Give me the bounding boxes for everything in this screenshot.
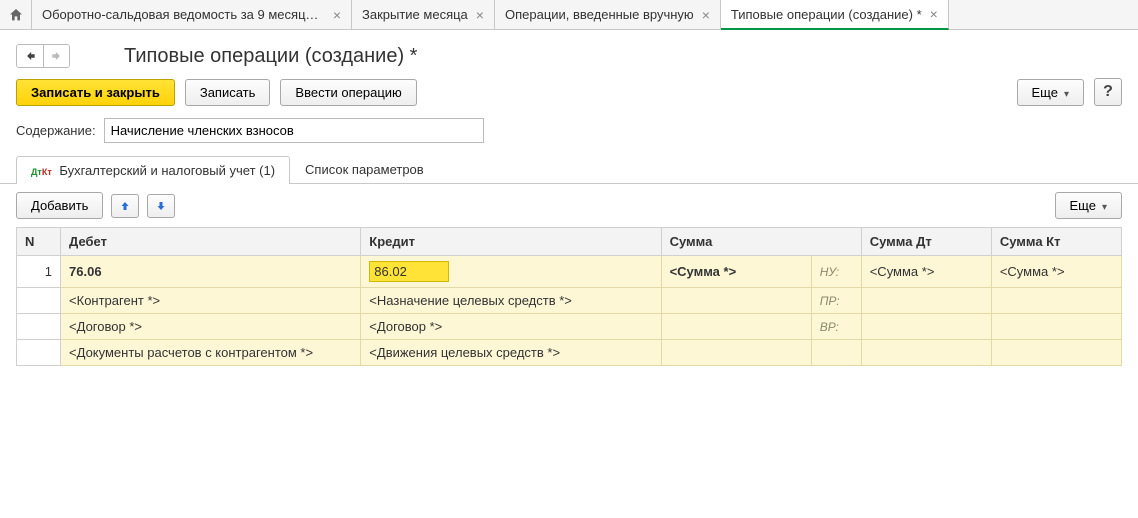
tab-2[interactable]: Операции, введенные вручную × [495,0,721,29]
arrow-up-icon [119,200,131,212]
cell-sum[interactable]: <Сумма *> [661,256,811,288]
tab-3[interactable]: Типовые операции (создание) * × [721,0,949,30]
cell-sum[interactable] [661,314,811,340]
tab-close-icon[interactable]: × [333,8,341,22]
col-sum[interactable]: Сумма [661,228,861,256]
cell-flag: ВР: [811,314,861,340]
table-row[interactable]: <Договор *> <Договор *> ВР: [17,314,1122,340]
cell-debit[interactable]: <Договор *> [61,314,361,340]
cell-sum-kt[interactable] [991,288,1121,314]
cell-sum-dt[interactable] [861,314,991,340]
tab-0[interactable]: Оборотно-сальдовая ведомость за 9 месяце… [32,0,352,29]
inner-more-button[interactable]: Еще [1055,192,1122,219]
question-icon: ? [1103,83,1113,101]
help-button[interactable]: ? [1094,78,1122,106]
cell-debit[interactable]: <Документы расчетов с контрагентом *> [61,340,361,366]
subtab-label: Бухгалтерский и налоговый учет (1) [59,163,275,178]
app-tabbar: Оборотно-сальдовая ведомость за 9 месяце… [0,0,1138,30]
cell-sum-kt[interactable] [991,340,1121,366]
arrow-down-icon [155,200,167,212]
cell-sum-kt[interactable]: <Сумма *> [991,256,1121,288]
enter-operation-button[interactable]: Ввести операцию [280,79,416,106]
subtab-parameters[interactable]: Список параметров [290,155,439,183]
move-up-button[interactable] [111,194,139,218]
cell-n [17,340,61,366]
tab-label: Операции, введенные вручную [505,7,694,22]
cell-sum-dt[interactable] [861,288,991,314]
cell-flag: ПР: [811,288,861,314]
main-toolbar: Записать и закрыть Записать Ввести опера… [0,78,1138,118]
content-label: Содержание: [16,123,96,138]
tab-label: Оборотно-сальдовая ведомость за 9 месяце… [42,7,325,22]
cell-sum-dt[interactable] [861,340,991,366]
nav-buttons [16,44,70,68]
nav-forward-button[interactable] [43,45,69,67]
tab-close-icon[interactable]: × [930,7,938,21]
cell-credit[interactable]: 86.02 [361,256,661,288]
cell-flag [811,340,861,366]
col-sum-kt[interactable]: Сумма Кт [991,228,1121,256]
cell-credit[interactable]: <Назначение целевых средств *> [361,288,661,314]
tab-1[interactable]: Закрытие месяца × [352,0,495,29]
col-credit[interactable]: Кредит [361,228,661,256]
table-row[interactable]: 1 76.06 86.02 <Сумма *> НУ: <Сумма *> <С… [17,256,1122,288]
save-button[interactable]: Записать [185,79,271,106]
cell-credit[interactable]: <Договор *> [361,314,661,340]
col-n[interactable]: N [17,228,61,256]
content-input[interactable] [104,118,484,143]
arrow-left-icon [23,49,37,63]
subtab-label: Список параметров [305,162,424,177]
page-title: Типовые операции (создание) * [124,45,417,68]
col-debit[interactable]: Дебет [61,228,361,256]
cell-n [17,314,61,340]
cell-flag: НУ: [811,256,861,288]
subtabs: ДтКт Бухгалтерский и налоговый учет (1) … [0,155,1138,184]
move-down-button[interactable] [147,194,175,218]
cell-n [17,288,61,314]
subtab-accounting[interactable]: ДтКт Бухгалтерский и налоговый учет (1) [16,156,290,184]
grid-wrapper: N Дебет Кредит Сумма Сумма Дт Сумма Кт 1… [0,227,1138,366]
home-icon [8,7,24,23]
titlebar: Типовые операции (создание) * [0,30,1138,78]
tab-label: Типовые операции (создание) * [731,7,922,22]
cell-credit[interactable]: <Движения целевых средств *> [361,340,661,366]
table-row[interactable]: <Контрагент *> <Назначение целевых средс… [17,288,1122,314]
cell-sum-kt[interactable] [991,314,1121,340]
dtkt-icon: ДтКт [31,167,52,177]
col-sum-dt[interactable]: Сумма Дт [861,228,991,256]
nav-back-button[interactable] [17,45,43,67]
arrow-right-icon [50,49,64,63]
cell-debit[interactable]: 76.06 [61,256,361,288]
tab-close-icon[interactable]: × [476,8,484,22]
more-button[interactable]: Еще [1017,79,1084,106]
tab-label: Закрытие месяца [362,7,468,22]
inner-toolbar: Добавить Еще [0,184,1138,227]
cell-sum[interactable] [661,288,811,314]
table-row[interactable]: <Документы расчетов с контрагентом *> <Д… [17,340,1122,366]
entries-grid: N Дебет Кредит Сумма Сумма Дт Сумма Кт 1… [16,227,1122,366]
content-field-row: Содержание: [0,118,1138,155]
home-button[interactable] [0,0,32,29]
table-header-row: N Дебет Кредит Сумма Сумма Дт Сумма Кт [17,228,1122,256]
cell-debit[interactable]: <Контрагент *> [61,288,361,314]
tab-close-icon[interactable]: × [702,8,710,22]
save-and-close-button[interactable]: Записать и закрыть [16,79,175,106]
cell-sum-dt[interactable]: <Сумма *> [861,256,991,288]
cell-sum[interactable] [661,340,811,366]
add-button[interactable]: Добавить [16,192,103,219]
cell-n[interactable]: 1 [17,256,61,288]
